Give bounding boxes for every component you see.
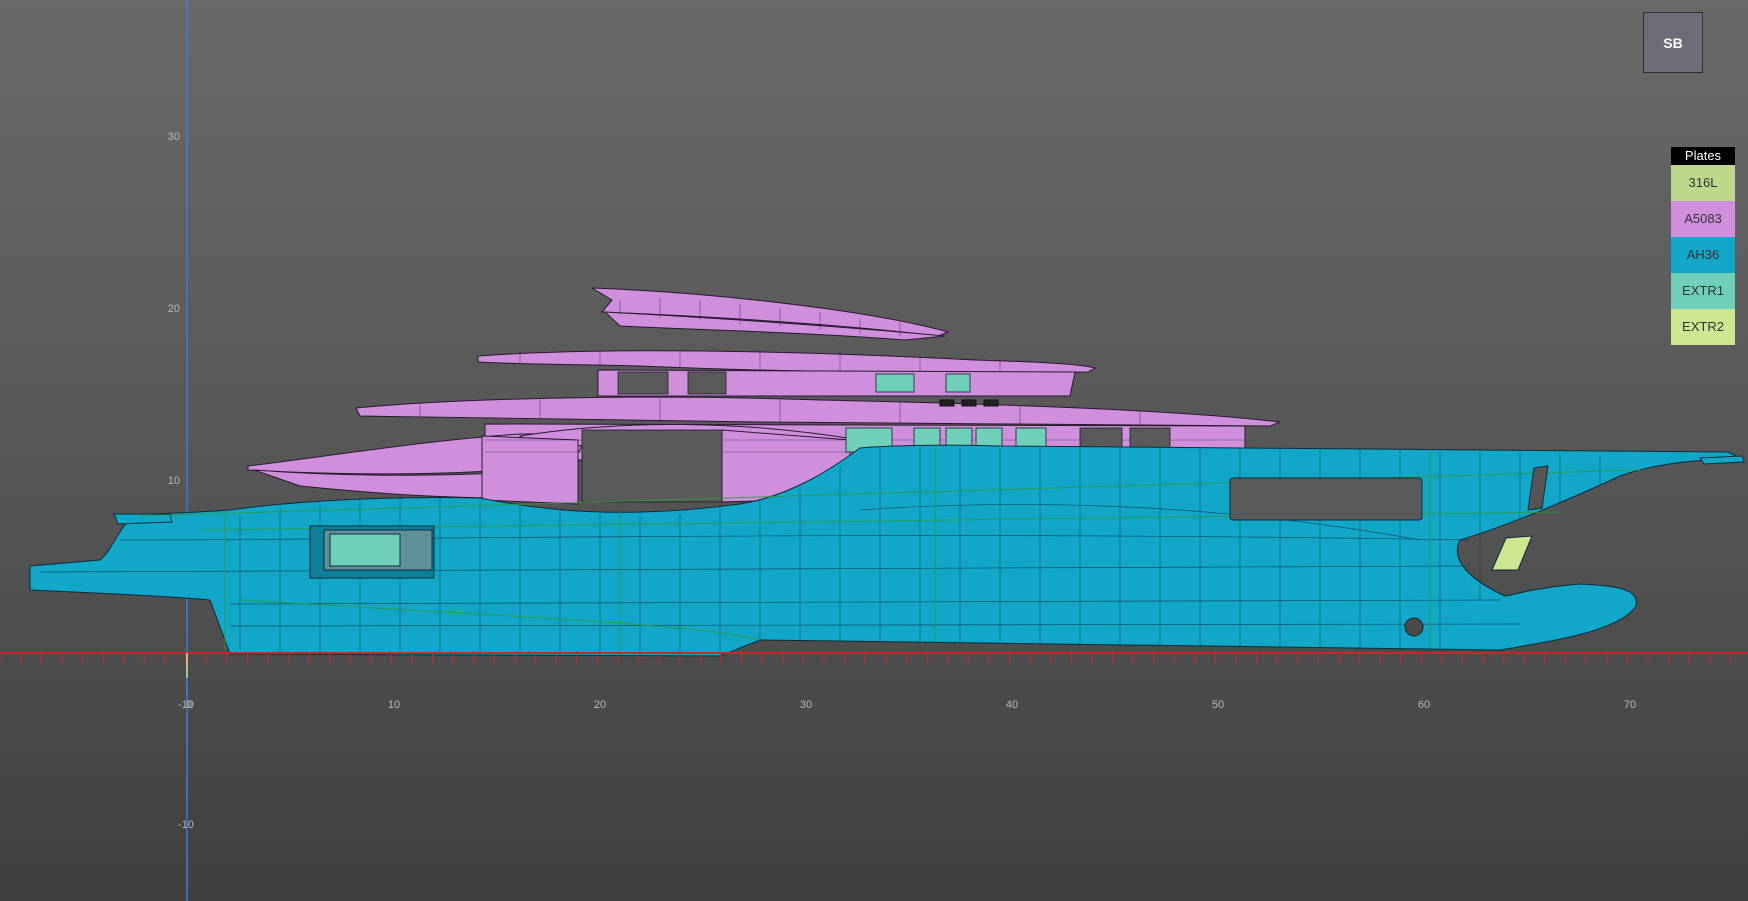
porthole: [1404, 617, 1424, 637]
plates-legend: Plates 316L A5083 AH36 EXTR1 EXTR2: [1671, 147, 1735, 345]
y-tick-label: -10: [178, 819, 194, 831]
main-deck-roof: [355, 396, 1281, 427]
hull-bow-tip: [1699, 455, 1745, 465]
x-tick-label: 60: [1418, 699, 1430, 711]
lower-deck-block: [481, 435, 579, 505]
legend-item-extr1[interactable]: EXTR1: [1671, 273, 1735, 309]
main-deck-opening: [1229, 477, 1423, 521]
x-axis-ticks: [0, 653, 1731, 664]
bow-vent: [1491, 535, 1533, 571]
upper-deck-roof: [477, 350, 1097, 374]
upper-deck-walls: [597, 369, 1076, 397]
model-viewport[interactable]: 30 20 10 -10 -10 0 10 20 30 40 50 60 70: [0, 0, 1748, 901]
y-tick-label: 10: [168, 475, 180, 487]
legend-item-a5083[interactable]: A5083: [1671, 201, 1735, 237]
x-tick-label: 10: [388, 699, 400, 711]
bridge-windows: [939, 399, 999, 407]
y-tick-label: 30: [168, 131, 180, 143]
x-origin-label: 0: [186, 699, 192, 711]
x-tick-label: 40: [1006, 699, 1018, 711]
y-tick-label: 20: [168, 303, 180, 315]
legend-item-extr2[interactable]: EXTR2: [1671, 309, 1735, 345]
legend-title: Plates: [1671, 147, 1735, 165]
x-tick-label: 70: [1624, 699, 1636, 711]
aft-hull-window-panes: [329, 533, 401, 567]
legend-item-ah36[interactable]: AH36: [1671, 237, 1735, 273]
view-side-button[interactable]: SB: [1643, 12, 1703, 73]
x-tick-label: 50: [1212, 699, 1224, 711]
x-tick-label: 30: [800, 699, 812, 711]
legend-item-316l[interactable]: 316L: [1671, 165, 1735, 201]
x-tick-label: 20: [594, 699, 606, 711]
